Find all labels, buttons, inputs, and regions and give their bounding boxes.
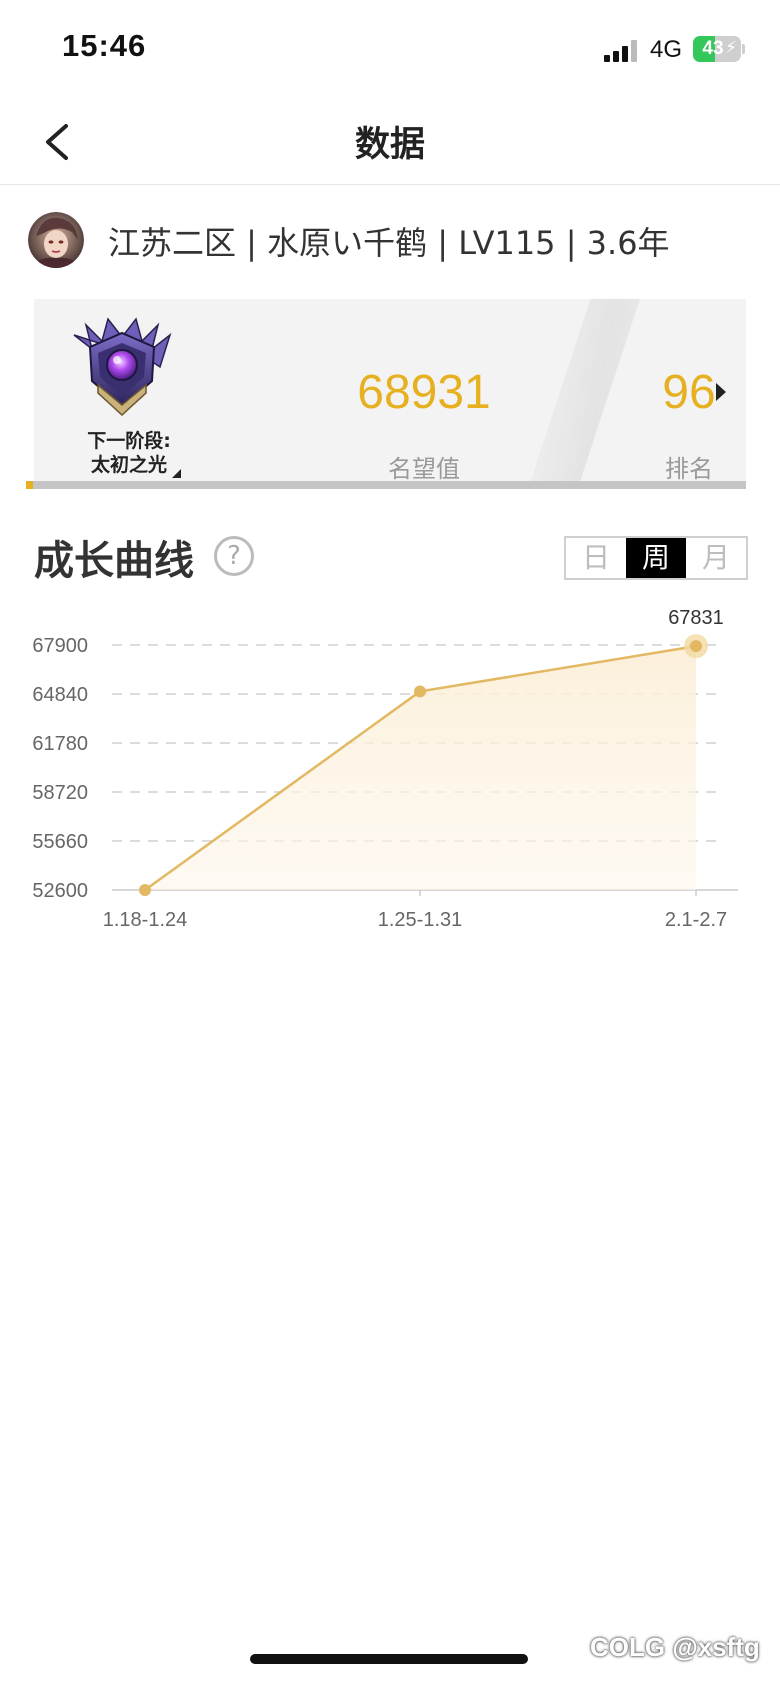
stage-progress-bar	[26, 481, 746, 489]
highlight-value-label: 67831	[668, 607, 724, 629]
data-point	[139, 884, 151, 896]
status-time: 15:46	[62, 28, 147, 63]
home-indicator[interactable]	[250, 1654, 528, 1664]
y-tick-label: 64840	[32, 684, 88, 706]
period-tab-1[interactable]: 周	[626, 538, 686, 578]
profile-row: 江苏二区 | 水原い千鹤 | LV115 | 3.6年	[28, 208, 768, 272]
period-tab-0[interactable]: 日	[566, 538, 626, 578]
rank-value[interactable]: 96	[624, 365, 746, 420]
series-area	[145, 646, 696, 890]
fame-label: 名望值	[388, 455, 460, 483]
y-tick-label: 61780	[32, 733, 88, 755]
charging-bolt-icon: ⚡	[725, 38, 737, 58]
avatar[interactable]	[28, 212, 84, 268]
next-stage[interactable]: 下一阶段: 太初之光	[70, 429, 188, 477]
stats-card: 下一阶段: 太初之光 68931 名望值 96 排名	[34, 299, 746, 483]
x-tick-label: 1.25-1.31	[378, 909, 463, 931]
question-mark-icon[interactable]: ?	[214, 536, 254, 576]
stage-progress-fill	[26, 481, 34, 489]
period-toggle: 日周月	[564, 536, 748, 580]
data-point	[414, 685, 426, 698]
y-tick-label: 52600	[32, 880, 88, 902]
battery-icon: 43 ⚡	[693, 36, 741, 62]
fame-value: 68931	[357, 366, 491, 419]
growth-header: 成长曲线 ? 日周月	[34, 528, 748, 588]
growth-chart-svg: 67900 64840 61780 58720 55660 52600 1.18-1.24 1…	[32, 607, 738, 931]
y-tick-label: 58720	[32, 782, 88, 804]
status-bar: 15:46 4G 43 ⚡	[0, 0, 780, 100]
rank-medal-icon[interactable]	[68, 315, 176, 419]
rank-label: 排名	[665, 455, 713, 483]
caret-right-icon[interactable]	[716, 383, 726, 401]
network-type: 4G	[650, 36, 683, 63]
y-tick-label: 67900	[32, 635, 88, 657]
growth-title: 成长曲线	[34, 538, 194, 584]
next-stage-name: 太初之光	[90, 454, 167, 476]
x-tick-label: 1.18-1.24	[103, 909, 188, 931]
growth-chart: 67900 64840 61780 58720 55660 52600 1.18-1.24 1…	[0, 600, 780, 1020]
data-point	[690, 640, 702, 653]
cellular-signal-icon	[604, 40, 638, 62]
next-stage-label: 下一阶段:	[87, 430, 171, 452]
navigation-bar: 数据	[0, 100, 780, 185]
period-tab-2[interactable]: 月	[686, 538, 746, 578]
profile-info: 江苏二区 | 水原い千鹤 | LV115 | 3.6年	[108, 224, 670, 262]
x-tick-label: 2.1-2.7	[665, 909, 727, 931]
page-title: 数据	[354, 125, 425, 165]
watermark: COLG @xsftg	[590, 1632, 760, 1662]
y-tick-label: 55660	[32, 831, 88, 853]
corner-triangle-icon	[172, 469, 181, 478]
